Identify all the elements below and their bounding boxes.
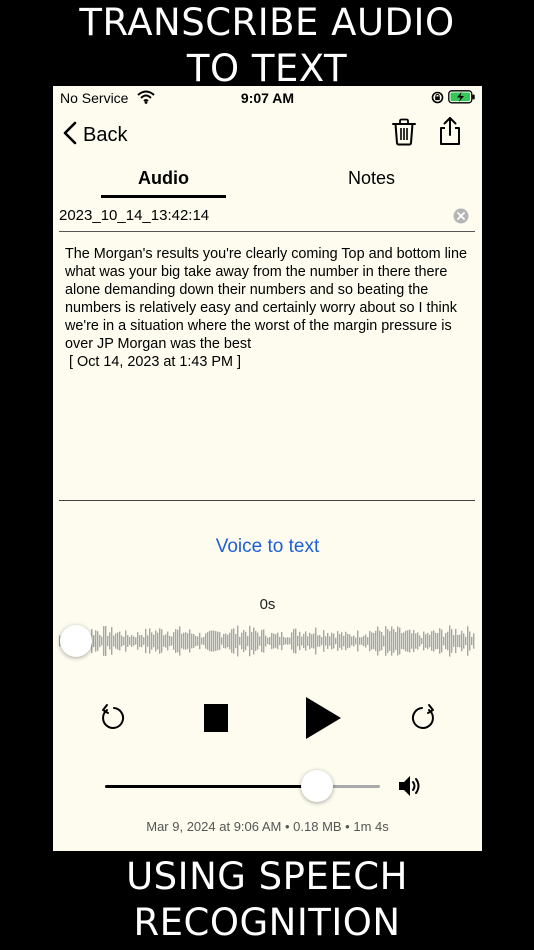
elapsed-time: 0s (259, 596, 276, 613)
tab-notes-label: Notes (347, 168, 396, 188)
volume-slider[interactable] (105, 770, 380, 802)
clock: 9:07 AM (240, 90, 295, 106)
top-caption: TRANSCRIBE AUDIO TO TEXT (0, 0, 534, 92)
stop-icon[interactable] (204, 704, 228, 732)
tab-notes[interactable]: Notes (309, 168, 434, 198)
clear-text-icon[interactable] (453, 208, 469, 229)
volume-knob[interactable] (300, 770, 333, 802)
bottom-caption-line-1: USING SPEECH (126, 855, 408, 898)
segment-tabs: Audio Notes (53, 168, 482, 198)
chevron-left-icon (63, 121, 77, 150)
back-label: Back (83, 124, 128, 146)
tab-selected-indicator (101, 195, 226, 198)
share-icon[interactable] (437, 116, 463, 151)
battery-charging-icon (448, 90, 476, 107)
forward-icon[interactable] (409, 702, 439, 739)
recording-metadata: Mar 9, 2024 at 9:06 AM • 0.18 MB • 1m 4s (146, 819, 389, 834)
trash-icon[interactable] (391, 118, 417, 151)
navigation-bar: Back (53, 116, 482, 156)
audio-waveform[interactable] (59, 624, 475, 658)
bottom-caption-line-2: RECOGNITION (133, 901, 401, 944)
bottom-caption: USING SPEECH RECOGNITION (0, 854, 534, 946)
recording-title-input[interactable] (59, 203, 439, 227)
speaker-icon[interactable] (397, 774, 423, 803)
tab-audio-label: Audio (138, 168, 189, 188)
playhead-knob[interactable] (60, 625, 92, 657)
rewind-icon[interactable] (97, 702, 127, 739)
orientation-lock-icon (431, 91, 444, 107)
volume-fill (105, 785, 317, 788)
back-button[interactable]: Back (63, 121, 127, 150)
transcript-text-area[interactable]: The Morgan's results you're clearly comi… (65, 245, 473, 495)
phone-screen: No Service 9:07 AM Back Audio Notes 2023… (53, 86, 482, 851)
top-caption-line-1: TRANSCRIBE AUDIO (79, 1, 455, 44)
recording-title-field (59, 203, 475, 232)
voice-to-text-button[interactable]: Voice to text (53, 536, 482, 558)
play-icon[interactable] (303, 695, 343, 746)
tab-audio[interactable]: Audio (101, 168, 226, 198)
status-bar: No Service 9:07 AM (53, 86, 482, 110)
divider (59, 500, 475, 501)
